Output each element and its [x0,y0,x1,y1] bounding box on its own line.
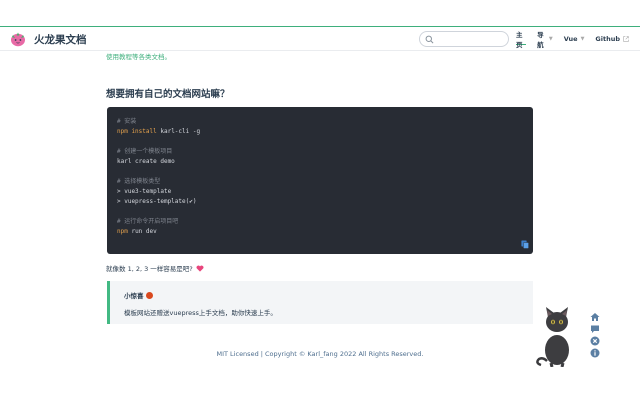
nav-vue-dropdown[interactable]: Vue ▼ [564,33,585,45]
code-line: > vuepress-template(✔) [117,197,523,207]
code-line: # 选择模板类型 [117,177,523,187]
code-text: > vuepress-template(✔) [117,198,197,205]
tip-box: 小惊喜 模板网站还赠送vuepress上手文档，助你快速上手。 [107,281,533,324]
code-args: run dev [127,228,157,235]
code-comment: # 选择模板类型 [117,178,161,185]
footer-text: MIT Licensed | Copyright © Karl_fang 202… [216,350,424,358]
nav-guide-label: 导航 [537,31,544,49]
code-lines: # 安装 npm install karl-cli -g # 创建一个模板项目 kar… [117,117,523,237]
search-box[interactable] [419,31,509,47]
code-keyword: npm install [117,128,157,135]
cat-mascot-icon[interactable] [533,305,583,367]
nav-home[interactable]: 主页 [516,31,527,49]
site-title[interactable]: 火龙果文档 [34,32,87,47]
heart-icon [196,265,204,272]
tip-title-row: 小惊喜 [124,290,153,300]
nav-guide-dropdown[interactable]: 导航 ▼ [537,31,553,49]
easy-text: 就像数 1, 2, 3 一样容易是吧? [106,265,193,273]
code-comment: # 运行命令开启项目吧 [117,218,179,225]
dragon-fruit-logo-icon[interactable] [10,31,26,47]
close-icon[interactable] [590,336,600,346]
chevron-down-icon: ▼ [548,36,553,42]
section-heading: 想要拥有自己的文档网站嘛？ [106,89,230,100]
code-comment: # 创建一个模板项目 [117,148,173,155]
home-icon[interactable] [590,312,600,322]
nav-links: 主页 导航 ▼ Vue ▼ Github [516,31,640,49]
chat-icon[interactable] [590,324,600,334]
code-block: # 安装 npm install karl-cli -g # 创建一个模板项目 kar… [107,107,533,254]
copy-icon[interactable] [521,240,529,249]
search-icon [425,35,434,44]
code-args: karl-cli -g [156,128,201,135]
easy-text-line: 就像数 1, 2, 3 一样容易是吧? [106,263,204,273]
code-line: # 创建一个模板项目 [117,147,523,157]
tip-text: 模板网站还赠送vuepress上手文档，助你快速上手。 [124,309,277,317]
tip-title: 小惊喜 [124,292,144,300]
nav-github-label: Github [595,35,620,43]
code-line: karl create demo [117,157,523,167]
code-line: > vue3-template [117,187,523,197]
external-link-icon [623,36,629,42]
nav-vue-label: Vue [563,35,578,43]
chevron-down-icon: ▼ [580,36,585,42]
nav-home-label: 主页 [516,30,523,49]
surprise-emoji-icon [145,291,153,299]
side-tools [590,312,602,360]
code-comment: # 安装 [117,118,137,125]
code-line: # 运行命令开启项目吧 [117,217,523,227]
nav-github-link[interactable]: Github [595,33,629,45]
info-icon[interactable] [590,348,600,358]
search-input[interactable] [436,33,506,45]
code-line: npm install karl-cli -g [117,127,523,137]
navbar: 火龙果文档 主页 导航 ▼ Vue ▼ Github [0,27,640,51]
code-text: > vue3-template [117,188,172,195]
code-line: npm run dev [117,227,523,237]
code-text: karl create demo [117,158,175,165]
code-line: # 安装 [117,117,523,127]
code-keyword: npm [117,228,128,235]
intro-text: 使用教程等各类文档。 [106,53,171,61]
